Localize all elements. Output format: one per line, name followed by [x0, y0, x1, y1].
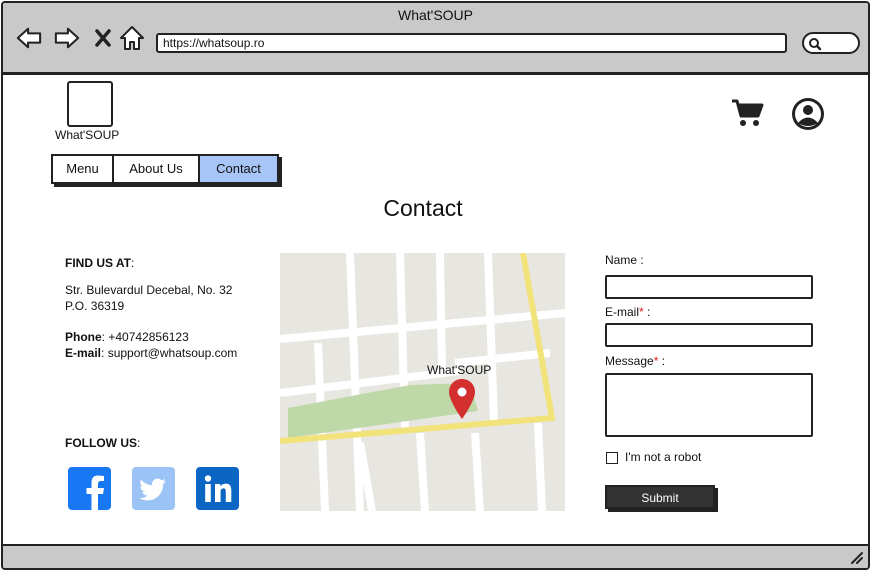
phone-value: +40742856123 — [108, 330, 189, 344]
status-bar — [3, 544, 868, 568]
phone-line: Phone: +40742856123 — [65, 330, 189, 344]
captcha-checkbox[interactable] — [606, 452, 618, 464]
main-nav-tabs: Menu About Us Contact — [51, 154, 279, 184]
captcha-label: I'm not a robot — [625, 450, 702, 464]
browser-search-field[interactable] — [802, 32, 860, 54]
follow-us-heading: FOLLOW US: — [65, 436, 141, 450]
window-title: What'SOUP — [397, 7, 474, 23]
tab-contact[interactable]: Contact — [200, 156, 277, 182]
message-label: Message* : — [605, 354, 666, 368]
email-value[interactable]: support@whatsoup.com — [108, 346, 238, 360]
map-streets — [280, 253, 565, 511]
email-line: E-mail: support@whatsoup.com — [65, 346, 238, 360]
address-line-1: Str. Bulevardul Decebal, No. 32 — [65, 283, 233, 297]
location-map[interactable]: What'SOUP — [280, 253, 565, 511]
submit-button[interactable]: Submit — [605, 485, 715, 509]
search-icon — [809, 38, 822, 51]
page-title: Contact — [383, 195, 463, 221]
email-field[interactable] — [605, 323, 813, 347]
home-icon[interactable] — [119, 25, 145, 51]
forward-icon[interactable] — [54, 25, 80, 51]
logo-image[interactable] — [67, 81, 113, 127]
map-marker-label: What'SOUP — [427, 363, 492, 377]
user-icon[interactable] — [790, 96, 826, 137]
cart-icon[interactable] — [731, 98, 765, 133]
twitter-icon[interactable] — [132, 467, 175, 510]
email-label: E-mail* : — [605, 305, 651, 319]
close-icon[interactable] — [90, 25, 116, 51]
tab-menu[interactable]: Menu — [53, 156, 114, 182]
tab-about-us[interactable]: About Us — [114, 156, 200, 182]
browser-toolbar: What'SOUP https://whatsoup.ro — [3, 3, 868, 75]
resize-handle-icon[interactable] — [850, 551, 864, 565]
message-field[interactable] — [605, 373, 813, 437]
facebook-icon[interactable] — [68, 467, 111, 510]
name-field[interactable] — [605, 275, 813, 299]
name-label: Name : — [605, 253, 644, 267]
logo-text: What'SOUP — [55, 128, 120, 142]
back-icon[interactable] — [16, 25, 42, 51]
find-us-heading: FIND US AT: — [65, 256, 135, 270]
address-line-2: P.O. 36319 — [65, 299, 125, 313]
address-bar[interactable]: https://whatsoup.ro — [156, 33, 787, 53]
linkedin-icon[interactable] — [196, 467, 239, 510]
browser-window: What'SOUP https://whatsoup.ro What'SOUP … — [1, 1, 870, 570]
